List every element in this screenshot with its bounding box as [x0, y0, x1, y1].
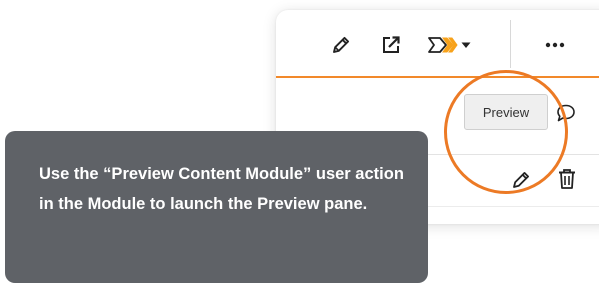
speech-bubble-icon [557, 104, 575, 122]
caret-down-icon [461, 42, 471, 48]
trash-icon [559, 169, 575, 189]
pencil-icon [333, 36, 350, 53]
edit-module-button[interactable] [326, 32, 356, 58]
more-dots-icon [545, 42, 565, 48]
workflow-chevrons-icon [428, 37, 458, 53]
pencil-icon [513, 172, 529, 188]
more-actions-button[interactable] [540, 32, 570, 58]
delete-item-button[interactable] [556, 167, 578, 191]
workflow-menu-button[interactable] [426, 32, 482, 58]
open-in-new-window-button[interactable] [376, 32, 406, 58]
comment-button[interactable] [555, 102, 577, 124]
external-link-icon [383, 36, 400, 53]
preview-button[interactable]: Preview [464, 94, 548, 130]
module-toolbar [276, 10, 599, 76]
tooltip-text: Use the “Preview Content Module” user ac… [39, 165, 404, 213]
toolbar-divider [510, 20, 511, 68]
screenshot-stage: Preview Use the “Preview Content Module”… [0, 0, 599, 284]
edit-item-button[interactable] [510, 169, 532, 191]
instruction-tooltip: Use the “Preview Content Module” user ac… [5, 131, 428, 283]
